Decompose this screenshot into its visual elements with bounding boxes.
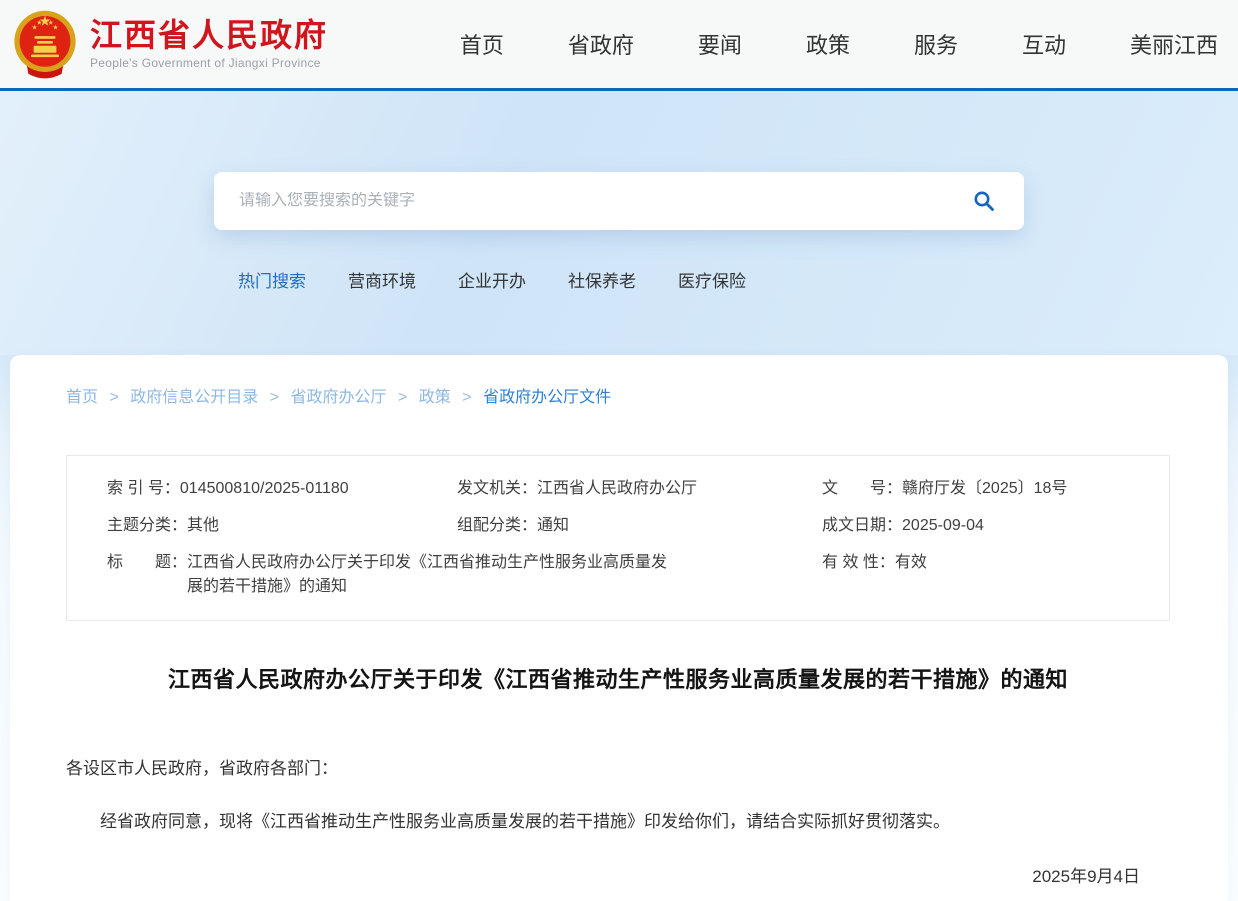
meta-title-label: 标 题： bbox=[107, 551, 187, 575]
meta-doc-no-label: 文 号： bbox=[822, 477, 902, 501]
search-banner: 热门搜索 营商环境 企业开办 社保养老 医疗保险 bbox=[0, 91, 1238, 355]
breadcrumb-separator: > bbox=[270, 389, 279, 406]
meta-document-title: 标 题： 江西省人民政府办公厅关于印发《江西省推动生产性服务业高质量发展的若干措… bbox=[107, 551, 822, 599]
meta-date-label: 成文日期： bbox=[822, 514, 902, 538]
meta-index-label: 索 引 号： bbox=[107, 477, 180, 501]
hot-link-social-security[interactable]: 社保养老 bbox=[568, 267, 636, 292]
nav-item-news[interactable]: 要闻 bbox=[698, 28, 742, 60]
document-meta-box: 索 引 号： 014500810/2025-01180 发文机关： 江西省人民政… bbox=[66, 455, 1170, 621]
breadcrumb-info-directory[interactable]: 政府信息公开目录 bbox=[130, 389, 258, 406]
meta-group-value: 通知 bbox=[537, 514, 569, 538]
meta-group-label: 组配分类： bbox=[457, 514, 537, 538]
meta-issuer-label: 发文机关： bbox=[457, 477, 537, 501]
breadcrumb-separator: > bbox=[109, 389, 118, 406]
main-nav: 首页 省政府 要闻 政策 服务 互动 美丽江西 bbox=[460, 28, 1218, 60]
breadcrumb-home[interactable]: 首页 bbox=[66, 389, 98, 406]
breadcrumb-policy[interactable]: 政策 bbox=[419, 389, 451, 406]
breadcrumb-separator: > bbox=[398, 389, 407, 406]
meta-index-value: 014500810/2025-01180 bbox=[180, 477, 349, 501]
site-logo[interactable]: 江西省人民政府 People's Government of Jiangxi P… bbox=[10, 8, 328, 80]
meta-issue-date: 成文日期： 2025-09-04 bbox=[822, 514, 1149, 538]
document-title: 江西省人民政府办公厅关于印发《江西省推动生产性服务业高质量发展的若干措施》的通知 bbox=[66, 662, 1170, 694]
meta-issuer-value: 江西省人民政府办公厅 bbox=[537, 477, 697, 501]
breadcrumb-separator: > bbox=[462, 389, 471, 406]
nav-item-provincial-government[interactable]: 省政府 bbox=[568, 28, 634, 60]
nav-item-interaction[interactable]: 互动 bbox=[1022, 28, 1066, 60]
nav-item-policy[interactable]: 政策 bbox=[806, 28, 850, 60]
meta-title-value: 江西省人民政府办公厅关于印发《江西省推动生产性服务业高质量发展的若干措施》的通知 bbox=[187, 551, 667, 599]
hot-link-company-registration[interactable]: 企业开办 bbox=[458, 267, 526, 292]
hot-link-business-environment[interactable]: 营商环境 bbox=[348, 267, 416, 292]
meta-document-number: 文 号： 赣府厅发〔2025〕18号 bbox=[822, 477, 1149, 501]
document-date: 2025年9月4日 bbox=[66, 862, 1140, 887]
site-header: 江西省人民政府 People's Government of Jiangxi P… bbox=[0, 0, 1238, 88]
breadcrumb-general-office[interactable]: 省政府办公厅 bbox=[291, 389, 387, 406]
meta-date-value: 2025-09-04 bbox=[902, 514, 984, 538]
meta-topic-label: 主题分类： bbox=[107, 514, 187, 538]
search-icon bbox=[972, 189, 996, 213]
meta-topic-value: 其他 bbox=[187, 514, 219, 538]
site-subtitle: People's Government of Jiangxi Province bbox=[90, 56, 328, 70]
breadcrumb: 首页 > 政府信息公开目录 > 省政府办公厅 > 政策 > 省政府办公厅文件 bbox=[66, 383, 1170, 407]
content-card: 首页 > 政府信息公开目录 > 省政府办公厅 > 政策 > 省政府办公厅文件 索… bbox=[10, 355, 1228, 901]
nav-item-services[interactable]: 服务 bbox=[914, 28, 958, 60]
search-area: 热门搜索 营商环境 企业开办 社保养老 医疗保险 bbox=[214, 91, 1024, 292]
content-background: 首页 > 政府信息公开目录 > 省政府办公厅 > 政策 > 省政府办公厅文件 索… bbox=[0, 355, 1238, 901]
nav-item-home[interactable]: 首页 bbox=[460, 28, 504, 60]
hot-search-row: 热门搜索 营商环境 企业开办 社保养老 医疗保险 bbox=[214, 267, 1024, 292]
site-title: 江西省人民政府 bbox=[90, 18, 328, 53]
china-national-emblem-icon bbox=[10, 8, 80, 80]
meta-validity-value: 有效 bbox=[895, 551, 927, 575]
hot-link-medical-insurance[interactable]: 医疗保险 bbox=[678, 267, 746, 292]
breadcrumb-current: 省政府办公厅文件 bbox=[483, 389, 611, 406]
nav-item-beautiful-jiangxi[interactable]: 美丽江西 bbox=[1130, 28, 1218, 60]
document-salutation: 各设区市人民政府，省政府各部门： bbox=[66, 754, 1170, 779]
meta-validity: 有 效 性： 有效 bbox=[822, 551, 1149, 599]
search-button[interactable] bbox=[962, 189, 1024, 213]
meta-topic-category: 主题分类： 其他 bbox=[107, 514, 457, 538]
meta-issuing-agency: 发文机关： 江西省人民政府办公厅 bbox=[457, 477, 822, 501]
meta-validity-label: 有 效 性： bbox=[822, 551, 895, 575]
document-paragraph: 经省政府同意，现将《江西省推动生产性服务业高质量发展的若干措施》印发给你们，请结… bbox=[66, 808, 1170, 835]
logo-text: 江西省人民政府 People's Government of Jiangxi P… bbox=[90, 18, 328, 70]
search-box bbox=[214, 172, 1024, 230]
search-input[interactable] bbox=[214, 192, 962, 210]
meta-group-category: 组配分类： 通知 bbox=[457, 514, 822, 538]
meta-index-number: 索 引 号： 014500810/2025-01180 bbox=[107, 477, 457, 501]
hot-search-label[interactable]: 热门搜索 bbox=[238, 267, 306, 292]
meta-doc-no-value: 赣府厅发〔2025〕18号 bbox=[902, 477, 1067, 501]
